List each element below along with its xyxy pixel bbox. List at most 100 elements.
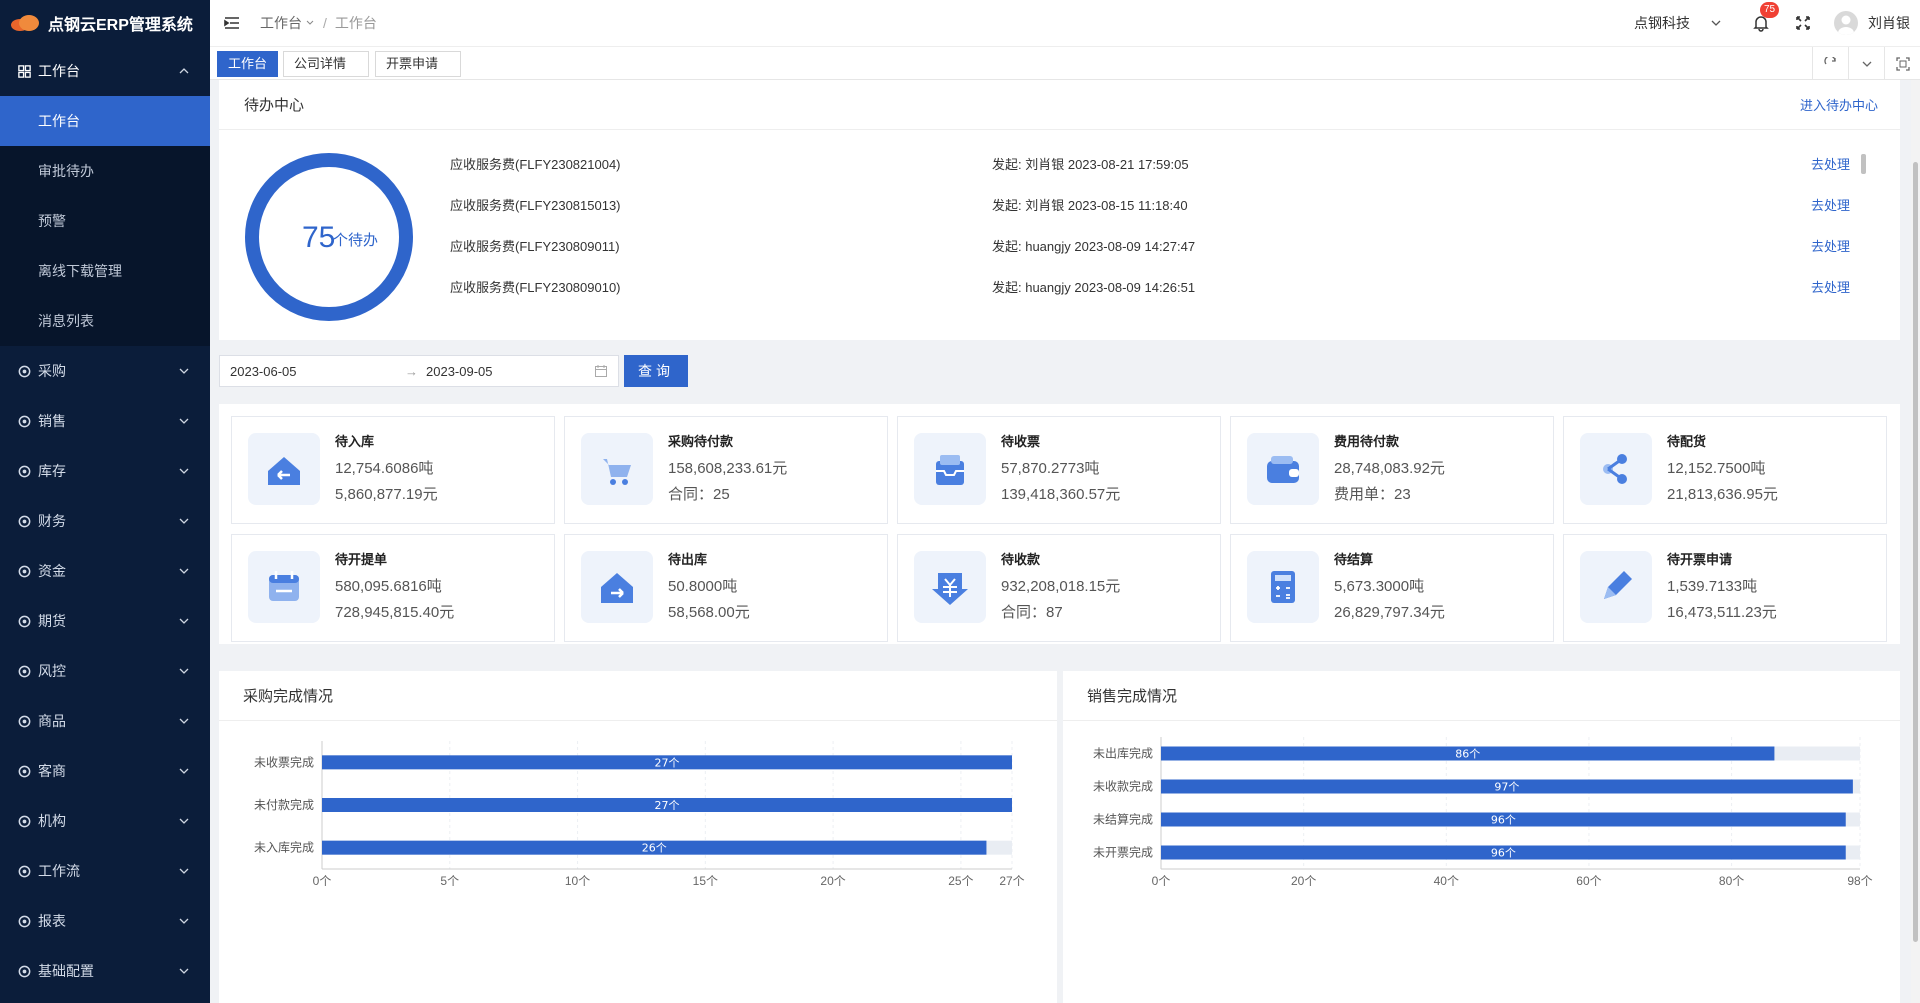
stat-card[interactable]: 待配货 12,152.7500吨 21,813,636.95元 bbox=[1563, 416, 1887, 524]
sidebar-item[interactable]: 机构 bbox=[0, 796, 210, 846]
stat-card[interactable]: 待收款 932,208,018.15元 合同：87 bbox=[897, 534, 1221, 642]
sidebar-item-label: 销售 bbox=[38, 413, 66, 429]
sidebar-item[interactable]: 库存 bbox=[0, 446, 210, 496]
bar-value-label: 96个 bbox=[1491, 814, 1516, 827]
todo-title: 待办中心 bbox=[244, 97, 305, 114]
stat-card[interactable]: 采购待付款 158,608,233.61元 合同：25 bbox=[564, 416, 888, 524]
chart-header: 销售完成情况 bbox=[1063, 671, 1900, 721]
start-date[interactable]: 2023-06-05 bbox=[230, 364, 297, 379]
stat-card[interactable]: 待收票 57,870.2773吨 139,418,360.57元 bbox=[897, 416, 1221, 524]
company-switcher[interactable]: 点钢科技 bbox=[1634, 13, 1722, 33]
tab-menu-button[interactable] bbox=[1848, 47, 1884, 80]
gear-icon bbox=[16, 963, 32, 979]
chart-title: 采购完成情况 bbox=[243, 688, 334, 705]
tab-tools bbox=[1812, 47, 1920, 80]
stat-value-secondary: 21,813,636.95元 bbox=[1667, 486, 1778, 503]
tab-workbench[interactable]: 工作台 bbox=[217, 51, 279, 77]
notification-bell[interactable]: 75 bbox=[1752, 2, 1780, 32]
house-in-icon bbox=[248, 433, 320, 505]
sidebar-item-label: 库存 bbox=[38, 463, 66, 479]
breadcrumb-separator: / bbox=[323, 15, 327, 31]
category-label: 未付款完成 bbox=[254, 797, 314, 812]
todo-process-link[interactable]: 去处理 bbox=[1811, 236, 1850, 255]
app-logo[interactable]: 点钢云ERP管理系统 bbox=[0, 0, 210, 46]
query-button[interactable]: 查询 bbox=[624, 355, 688, 387]
sidebar-item[interactable]: 期货 bbox=[0, 596, 210, 646]
stat-title: 待配货 bbox=[1667, 434, 1707, 449]
chevron-down-icon bbox=[179, 818, 189, 824]
sidebar-subitem[interactable]: 工作台 bbox=[0, 96, 210, 146]
sidebar-subitem[interactable]: 离线下载管理 bbox=[0, 246, 210, 296]
stat-value-primary: 12,152.7500吨 bbox=[1667, 460, 1766, 477]
sidebar-item[interactable]: 工作台 bbox=[0, 46, 210, 96]
todo-item-name: 应收服务费(FLFY230815013) bbox=[450, 198, 621, 213]
menu-fold-icon[interactable] bbox=[222, 13, 242, 33]
purchase-icon bbox=[16, 363, 32, 379]
stat-card[interactable]: 待入库 12,754.6086吨 5,860,877.19元 bbox=[231, 416, 555, 524]
maximize-button[interactable] bbox=[1884, 47, 1920, 80]
warehouse-icon bbox=[16, 463, 32, 479]
sidebar-item[interactable]: 客商 bbox=[0, 746, 210, 796]
user-name[interactable]: 刘肖银 bbox=[1868, 13, 1910, 33]
stat-card[interactable]: 待出库 50.8000吨 58,568.00元 bbox=[564, 534, 888, 642]
avatar[interactable] bbox=[1834, 11, 1858, 35]
sidebar: 点钢云ERP管理系统 工作台 工作台 审批待办 预警 离线下载管理 消息列表 采购 销售 库存财… bbox=[0, 0, 210, 1003]
stat-card[interactable]: 待开提单 580,095.6816吨 728,945,815.40元 bbox=[231, 534, 555, 642]
breadcrumb-item[interactable]: 工作台 bbox=[260, 13, 302, 33]
sidebar-item[interactable]: 风控 bbox=[0, 646, 210, 696]
todo-item-name: 应收服务费(FLFY230809011) bbox=[450, 239, 620, 254]
stat-title: 待收票 bbox=[1001, 434, 1041, 449]
sidebar-item[interactable]: 基础配置 bbox=[0, 946, 210, 996]
stat-title: 采购待付款 bbox=[668, 434, 734, 449]
stat-value-primary: 5,673.3000吨 bbox=[1334, 578, 1425, 595]
chevron-down-icon bbox=[1711, 20, 1721, 26]
sidebar-subitem[interactable]: 审批待办 bbox=[0, 146, 210, 196]
scrollbar-thumb[interactable] bbox=[1913, 162, 1918, 942]
sidebar-subitem[interactable]: 消息列表 bbox=[0, 296, 210, 346]
stat-card[interactable]: 待结算 5,673.3000吨 26,829,797.34元 bbox=[1230, 534, 1554, 642]
todo-process-link[interactable]: 去处理 bbox=[1811, 277, 1850, 296]
goods-icon bbox=[16, 713, 32, 729]
user-icon bbox=[1838, 15, 1854, 35]
wallet-icon bbox=[1247, 433, 1319, 505]
tab-invoice-application[interactable]: 开票申请 bbox=[375, 51, 461, 77]
tab-company-detail[interactable]: 公司详情 bbox=[283, 51, 369, 77]
stats-panel: 待入库 12,754.6086吨 5,860,877.19元 采购待付款 158,608… bbox=[219, 404, 1900, 644]
sidebar-menu: 工作台 工作台 审批待办 预警 离线下载管理 消息列表 采购 销售 库存 财务 资金 期货 风控 商品 客商… bbox=[0, 46, 210, 996]
sidebar-item-label: 财务 bbox=[38, 513, 66, 529]
stat-card[interactable]: 待开票申请 1,539.7133吨 16,473,511.23元 bbox=[1563, 534, 1887, 642]
stat-value-primary: 1,539.7133吨 bbox=[1667, 578, 1758, 595]
date-range-picker[interactable]: 2023-06-05 → 2023-09-05 bbox=[219, 355, 619, 387]
todo-process-link[interactable]: 去处理 bbox=[1811, 154, 1850, 173]
end-date[interactable]: 2023-09-05 bbox=[426, 364, 493, 379]
chevron-up-icon bbox=[179, 68, 189, 74]
stat-value-secondary: 16,473,511.23元 bbox=[1667, 604, 1777, 621]
sidebar-item-label: 期货 bbox=[38, 613, 66, 629]
stat-value-secondary: 58,568.00元 bbox=[668, 604, 750, 621]
stat-value-primary: 580,095.6816吨 bbox=[335, 578, 442, 595]
x-tick-label: 27个 bbox=[999, 874, 1024, 888]
sidebar-item-label: 机构 bbox=[38, 813, 66, 829]
enter-todo-center-link[interactable]: 进入待办中心 bbox=[1800, 95, 1878, 114]
todo-process-link[interactable]: 去处理 bbox=[1811, 195, 1850, 214]
stat-title: 待开提单 bbox=[335, 552, 388, 567]
stat-value-primary: 28,748,083.92元 bbox=[1334, 460, 1445, 477]
sidebar-subitem[interactable]: 预警 bbox=[0, 196, 210, 246]
page-scrollbar[interactable] bbox=[1911, 80, 1920, 1003]
sidebar-item[interactable]: 财务 bbox=[0, 496, 210, 546]
stat-card[interactable]: 费用待付款 28,748,083.92元 费用单：23 bbox=[1230, 416, 1554, 524]
sidebar-item[interactable]: 采购 bbox=[0, 346, 210, 396]
category-label: 未结算完成 bbox=[1093, 812, 1153, 827]
top-header: 工作台 / 工作台 点钢科技 75 刘肖银 bbox=[210, 0, 1920, 46]
stat-value-secondary: 合同：25 bbox=[668, 486, 730, 503]
pencil-icon bbox=[1580, 551, 1652, 623]
sidebar-item[interactable]: 销售 bbox=[0, 396, 210, 446]
refresh-button[interactable] bbox=[1812, 47, 1848, 80]
stat-value-secondary: 费用单：23 bbox=[1334, 486, 1411, 503]
sidebar-item[interactable]: 商品 bbox=[0, 696, 210, 746]
fullscreen-icon[interactable] bbox=[1794, 14, 1812, 32]
sidebar-item[interactable]: 资金 bbox=[0, 546, 210, 596]
sidebar-item[interactable]: 工作流 bbox=[0, 846, 210, 896]
todo-list-scrollbar[interactable] bbox=[1861, 154, 1866, 174]
sidebar-item[interactable]: 报表 bbox=[0, 896, 210, 946]
